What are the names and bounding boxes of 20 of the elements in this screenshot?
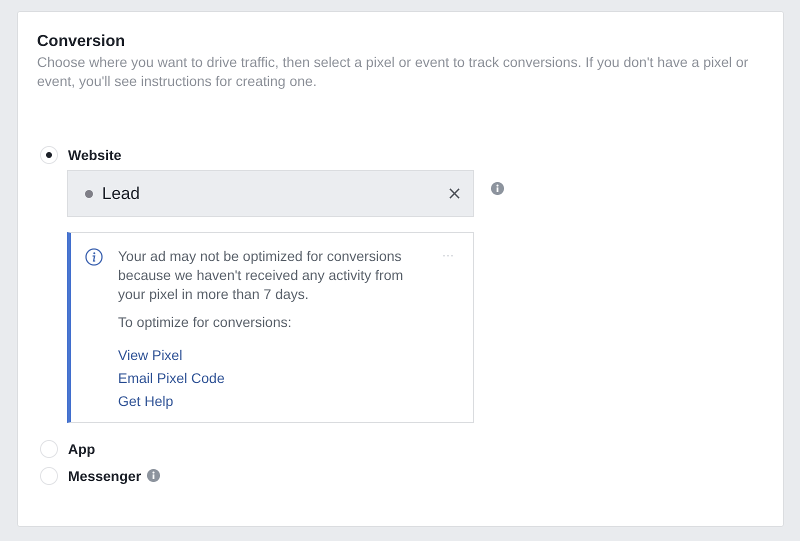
link[interactable]: Get Help <box>118 390 174 413</box>
info-icon[interactable] <box>147 469 160 482</box>
info-icon[interactable] <box>491 182 504 195</box>
radio-button[interactable] <box>40 440 58 458</box>
radio-button[interactable] <box>40 466 58 484</box>
status-dot-icon <box>85 190 93 198</box>
link[interactable]: Email Pixel Code <box>118 367 225 390</box>
option-label: Website <box>68 146 122 162</box>
radio-button[interactable] <box>40 146 58 164</box>
notice-message: Your ad may not be optimized for conversions because we haven't received any activity from your pixel in more than 7 days. <box>118 247 404 304</box>
info-icon <box>85 248 103 266</box>
event-name: Lead <box>102 184 141 204</box>
option-label: App <box>68 440 96 456</box>
section-title: Conversion <box>37 32 126 52</box>
event-field[interactable]: Lead <box>67 170 474 217</box>
link[interactable]: View Pixel <box>118 344 182 367</box>
close-icon[interactable] <box>449 188 460 199</box>
option-label: Messenger <box>68 468 142 484</box>
notice-prompt: To optimize for conversions: <box>118 313 293 332</box>
section-description: Choose where you want to drive traffic, then select a pixel or event to track conversions. If you don't have a pixel or event, you'll see instructions for creating one. <box>37 53 749 91</box>
